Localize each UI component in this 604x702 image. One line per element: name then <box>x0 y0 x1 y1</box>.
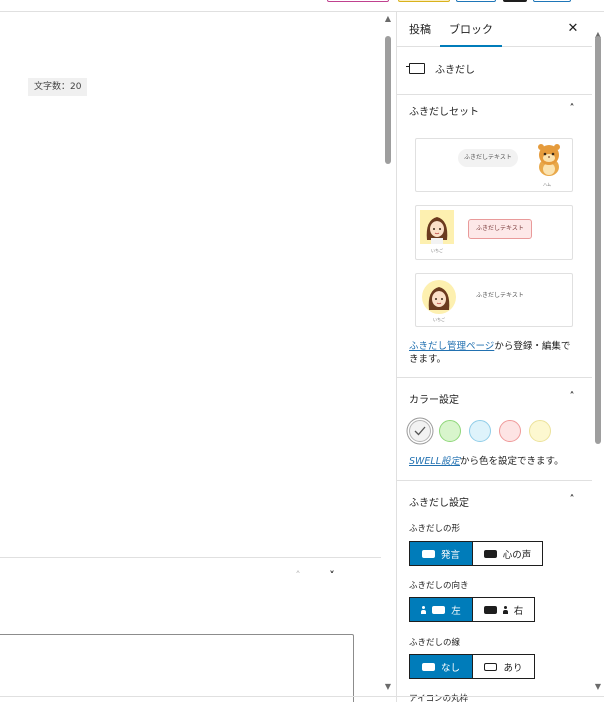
toolbar-button[interactable] <box>456 0 496 2</box>
toolbar-button[interactable] <box>327 0 389 2</box>
balloon-block-icon <box>406 63 425 74</box>
balloon-manage-link[interactable]: ふきだし管理ページ <box>409 341 494 352</box>
sidebar-header: 投稿 ブロック ✕ <box>397 12 592 47</box>
text-input-box[interactable] <box>0 634 354 702</box>
editor-window: 文字数：20 ˄ ˅ ▲ ▼ 投稿 ブロック ✕ ふきだし ふきだしセット ˄ … <box>0 0 604 702</box>
border-toggle: なし あり <box>409 654 535 679</box>
tab-block[interactable]: ブロック <box>440 12 502 47</box>
direction-label: ふきだしの向き <box>409 581 469 591</box>
preset-bubble: ふきだしテキスト <box>476 292 524 299</box>
sidebar-scrollbar[interactable]: ▲ ▼ <box>592 30 604 692</box>
panel-divider <box>397 480 592 481</box>
top-toolbar <box>0 0 604 12</box>
panel-title-color[interactable]: カラー設定 <box>409 391 459 406</box>
color-swatch-red[interactable] <box>499 420 521 442</box>
direction-left-button[interactable]: 左 <box>410 598 472 621</box>
avatar-name: いちご <box>433 317 445 322</box>
direction-right-button[interactable]: 右 <box>472 598 534 621</box>
icon-frame-label: アイコンの丸枠 <box>409 694 469 702</box>
toolbar-button[interactable] <box>533 0 571 2</box>
chevron-up-icon[interactable]: ˄ <box>565 494 579 506</box>
balloon-preset-2[interactable]: いちご ふきだしテキスト <box>415 205 573 260</box>
tab-post[interactable]: 投稿 <box>409 12 431 47</box>
scroll-down-icon[interactable]: ▼ <box>592 682 604 692</box>
speech-bubble-icon <box>432 605 446 614</box>
toolbar-button[interactable] <box>398 0 450 2</box>
speech-bubble-icon <box>421 662 435 671</box>
scroll-up-icon[interactable]: ▲ <box>382 14 394 24</box>
speech-bubble-icon <box>421 549 435 558</box>
toolbar-button[interactable] <box>503 0 527 2</box>
girl-avatar-icon <box>422 280 456 314</box>
color-swatch-yellow[interactable] <box>529 420 551 442</box>
chevron-up-icon[interactable]: ˄ <box>565 391 579 403</box>
close-icon[interactable]: ✕ <box>565 21 581 37</box>
editor-scrollbar[interactable]: ▲ ▼ <box>382 14 394 692</box>
preset-bubble: ふきだしテキスト <box>468 219 532 239</box>
hamster-avatar-icon <box>538 144 560 176</box>
border-on-button[interactable]: あり <box>472 655 534 678</box>
block-card: ふきだし <box>397 48 592 95</box>
chevron-up-icon[interactable]: ˄ <box>565 103 579 115</box>
balloon-set-help: ふきだし管理ページから登録・編集できます。 <box>409 341 571 365</box>
shape-thought-button[interactable]: 心の声 <box>472 542 542 565</box>
border-none-button[interactable]: なし <box>410 655 472 678</box>
chevron-up-icon[interactable]: ˄ <box>290 568 306 584</box>
color-help: SWELL設定から色を設定できます。 <box>409 456 564 467</box>
balloon-preset-1[interactable]: ふきだしテキスト ハム <box>415 138 573 192</box>
settings-sidebar: 投稿 ブロック ✕ ふきだし ふきだしセット ˄ ふきだしテキスト ハム いちご… <box>396 12 592 702</box>
scroll-down-icon[interactable]: ▼ <box>382 682 394 692</box>
border-label: ふきだしの線 <box>409 638 461 648</box>
avatar-name: ハム <box>543 182 551 187</box>
panel-divider <box>397 377 592 378</box>
bottom-divider <box>0 696 604 697</box>
direction-toggle: 左 右 <box>409 597 535 622</box>
editor-canvas[interactable]: 文字数：20 ˄ ˅ <box>0 12 381 702</box>
swell-settings-link[interactable]: SWELL設定 <box>409 456 460 467</box>
scroll-thumb[interactable] <box>385 36 391 164</box>
color-swatch-blue[interactable] <box>469 420 491 442</box>
check-icon <box>414 426 426 436</box>
girl-avatar-icon <box>420 210 454 244</box>
person-icon <box>502 605 508 614</box>
person-icon <box>421 605 427 614</box>
outlined-bubble-icon <box>484 662 498 671</box>
shape-toggle: 発言 心の声 <box>409 541 543 566</box>
balloon-preset-3[interactable]: いちご ふきだしテキスト <box>415 273 573 327</box>
editor-divider <box>0 557 381 558</box>
speech-bubble-icon <box>483 605 497 614</box>
scroll-thumb[interactable] <box>595 36 601 444</box>
panel-title-balloon-set[interactable]: ふきだしセット <box>409 103 479 118</box>
char-count-badge: 文字数：20 <box>28 78 88 96</box>
panel-title-balloon-settings[interactable]: ふきだし設定 <box>409 494 469 509</box>
color-swatch-green[interactable] <box>439 420 461 442</box>
preset-bubble: ふきだしテキスト <box>458 149 518 167</box>
chevron-down-icon[interactable]: ˅ <box>324 568 340 584</box>
block-name: ふきだし <box>435 65 475 76</box>
shape-speech-button[interactable]: 発言 <box>410 542 472 565</box>
shape-label: ふきだしの形 <box>409 524 461 534</box>
avatar-name: いちご <box>431 248 443 253</box>
thought-bubble-icon <box>483 549 497 558</box>
